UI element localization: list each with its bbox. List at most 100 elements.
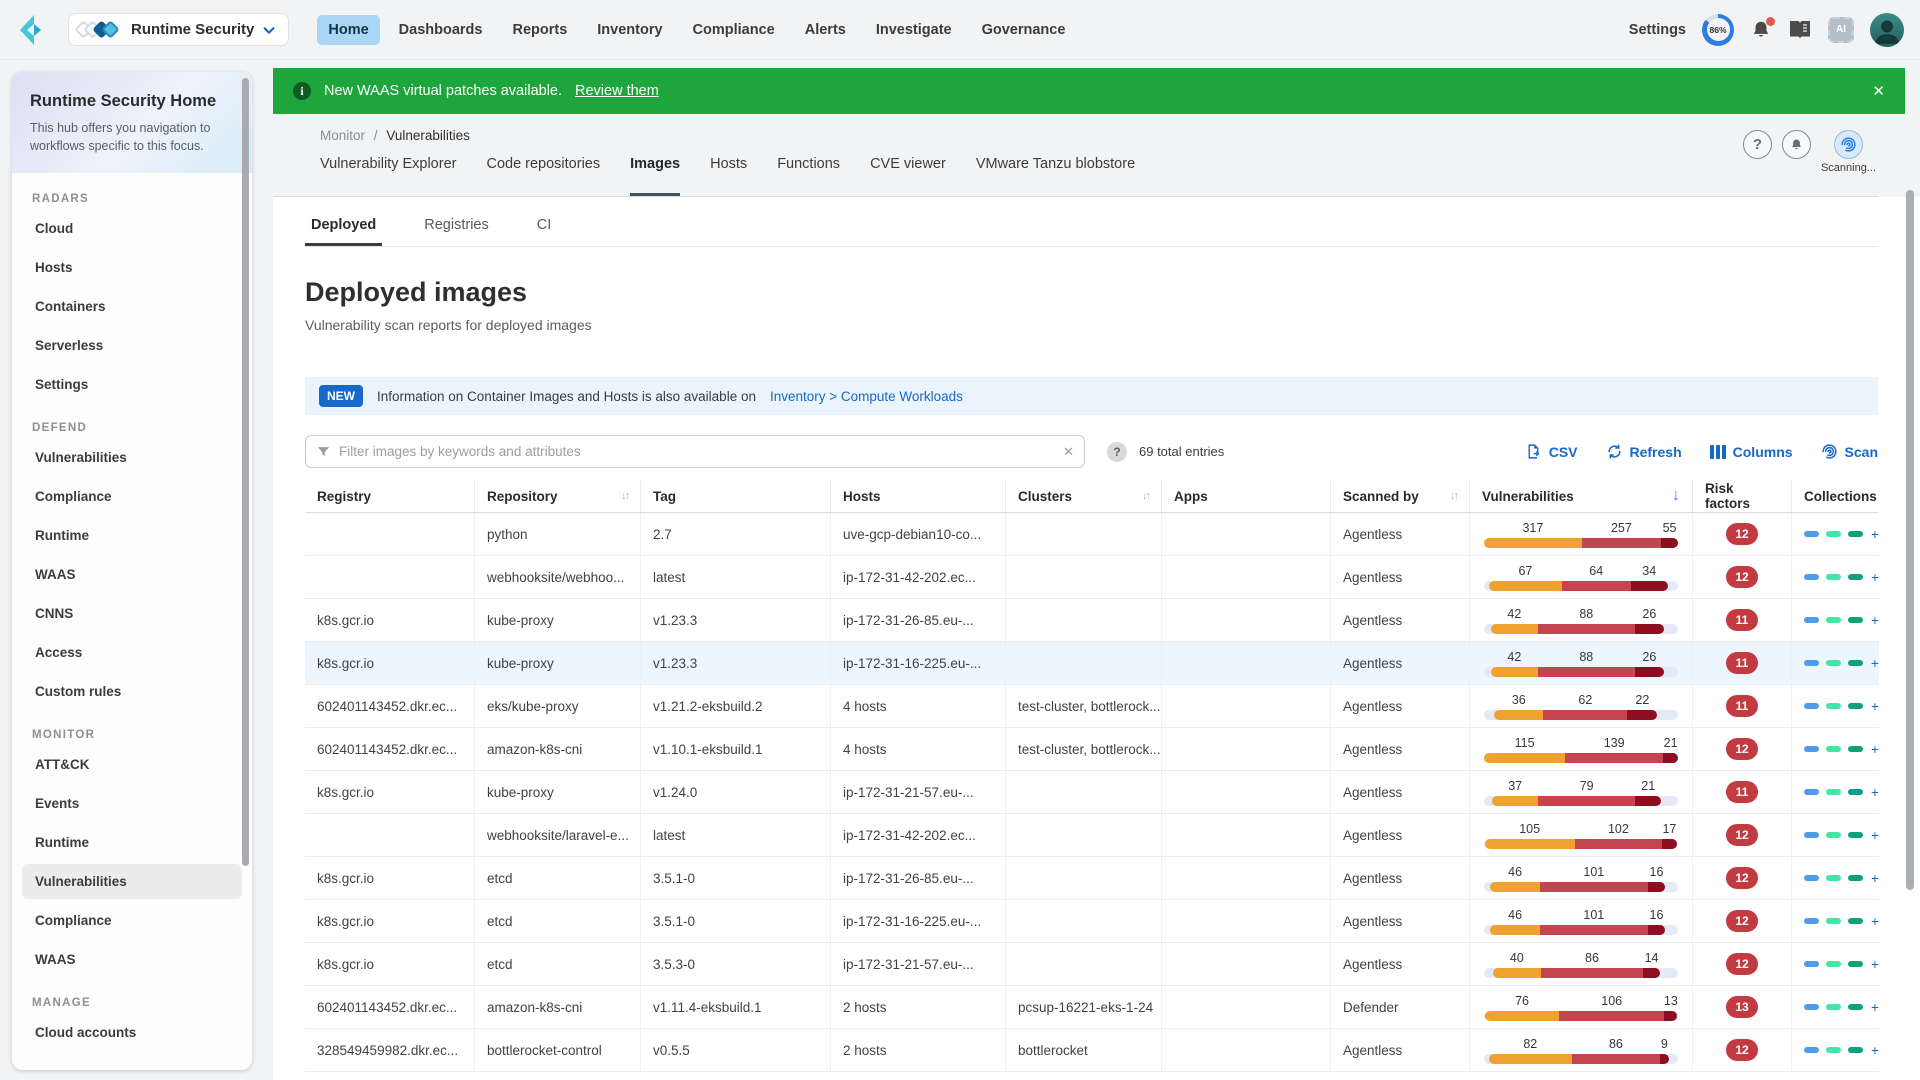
license-gauge-icon[interactable]: 86% (1702, 14, 1734, 46)
sidebar-item-monitor-vulnerabilities[interactable]: Vulnerabilities (22, 864, 242, 899)
risk-factors-badge[interactable]: 12 (1726, 566, 1758, 588)
risk-factors-badge[interactable]: 12 (1726, 953, 1758, 975)
columns-button[interactable]: Columns (1710, 443, 1793, 460)
tab-code-repositories[interactable]: Code repositories (486, 156, 600, 196)
sidebar-item-defend-waas[interactable]: WAAS (22, 557, 242, 592)
alerts-bell-icon[interactable] (1782, 130, 1811, 159)
table-row[interactable]: k8s.gcr.ioetcd3.5.1-0ip-172-31-26-85.eu-… (305, 857, 1879, 900)
nav-item-governance[interactable]: Governance (971, 15, 1077, 45)
sidebar-item-manage-cloud-accounts[interactable]: Cloud accounts (22, 1015, 242, 1050)
compute-workloads-link[interactable]: Inventory > Compute Workloads (770, 389, 963, 404)
column-header-collections[interactable]: Collections (1792, 480, 1879, 512)
subtab-registries[interactable]: Registries (418, 217, 494, 246)
tab-cve-viewer[interactable]: CVE viewer (870, 156, 946, 196)
risk-factors-badge[interactable]: 11 (1726, 609, 1758, 631)
table-row[interactable]: k8s.gcr.iokube-proxyv1.24.0ip-172-31-21-… (305, 771, 1879, 814)
sidebar-scrollbar[interactable] (242, 78, 249, 866)
sidebar-item-radars-cloud[interactable]: Cloud (22, 211, 242, 246)
collections-more[interactable]: +8 (1871, 699, 1879, 714)
nav-item-investigate[interactable]: Investigate (865, 15, 963, 45)
table-row[interactable]: k8s.gcr.iokube-proxyv1.23.3ip-172-31-16-… (305, 642, 1879, 685)
table-row[interactable]: 602401143452.dkr.ec...amazon-k8s-cniv1.1… (305, 986, 1879, 1029)
sidebar-item-defend-custom-rules[interactable]: Custom rules (22, 674, 242, 709)
collections-more[interactable]: +8 (1871, 828, 1879, 843)
column-header-scanned-by[interactable]: Scanned by↓↑ (1331, 480, 1470, 512)
nav-item-alerts[interactable]: Alerts (794, 15, 857, 45)
sidebar-item-monitor-events[interactable]: Events (22, 786, 242, 821)
sidebar-item-defend-vulnerabilities[interactable]: Vulnerabilities (22, 440, 242, 475)
tab-vmware-tanzu-blobstore[interactable]: VMware Tanzu blobstore (976, 156, 1135, 196)
sidebar-item-monitor-att-ck[interactable]: ATT&CK (22, 747, 242, 782)
table-row[interactable]: k8s.gcr.iokube-proxyv1.23.3ip-172-31-26-… (305, 599, 1879, 642)
collections-more[interactable]: +8 (1871, 1000, 1879, 1015)
nav-item-home[interactable]: Home (317, 15, 379, 45)
table-row[interactable]: webhooksite/webhoo...latestip-172-31-42-… (305, 556, 1879, 599)
column-header-risk-factors[interactable]: Risk factors (1693, 480, 1792, 512)
filter-help-icon[interactable]: ? (1107, 442, 1127, 462)
column-header-tag[interactable]: Tag (641, 480, 831, 512)
sidebar-item-defend-runtime[interactable]: Runtime (22, 518, 242, 553)
tab-vulnerability-explorer[interactable]: Vulnerability Explorer (320, 156, 456, 196)
sidebar-item-monitor-compliance[interactable]: Compliance (22, 903, 242, 938)
column-header-registry[interactable]: Registry (305, 480, 475, 512)
risk-factors-badge[interactable]: 11 (1726, 781, 1758, 803)
sort-desc-icon[interactable]: ↓ (1672, 487, 1680, 505)
user-avatar[interactable] (1870, 13, 1904, 47)
nav-item-inventory[interactable]: Inventory (586, 15, 673, 45)
subtab-deployed[interactable]: Deployed (305, 217, 382, 246)
scan-button[interactable]: Scan (1821, 443, 1878, 460)
sidebar-item-defend-cnns[interactable]: CNNS (22, 596, 242, 631)
column-header-vulnerabilities[interactable]: Vulnerabilities↓ (1470, 480, 1693, 512)
settings-menu[interactable]: Settings (1629, 22, 1686, 38)
nav-item-compliance[interactable]: Compliance (682, 15, 786, 45)
main-scrollbar[interactable] (1906, 190, 1914, 890)
column-header-hosts[interactable]: Hosts (831, 480, 1006, 512)
table-row[interactable]: k8s.gcr.ioetcd3.5.1-0ip-172-31-16-225.eu… (305, 900, 1879, 943)
column-header-apps[interactable]: Apps (1162, 480, 1331, 512)
risk-factors-badge[interactable]: 12 (1726, 523, 1758, 545)
risk-factors-badge[interactable]: 11 (1726, 652, 1758, 674)
tab-functions[interactable]: Functions (777, 156, 840, 196)
nav-item-reports[interactable]: Reports (501, 15, 578, 45)
table-row[interactable]: k8s.gcr.ioetcd3.5.3-0ip-172-31-21-57.eu-… (305, 943, 1879, 986)
collections-more[interactable]: +8 (1871, 613, 1879, 628)
workspace-selector[interactable]: Runtime Security (68, 13, 289, 46)
tab-hosts[interactable]: Hosts (710, 156, 747, 196)
sort-icon[interactable]: ↓↑ (1450, 490, 1457, 502)
app-logo-icon[interactable] (16, 14, 46, 46)
column-header-repository[interactable]: Repository↓↑ (475, 480, 641, 512)
refresh-button[interactable]: Refresh (1606, 443, 1682, 460)
collections-more[interactable]: +8 (1871, 1043, 1879, 1058)
collections-more[interactable]: +8 (1871, 570, 1879, 585)
subtab-ci[interactable]: CI (531, 217, 558, 246)
sort-icon[interactable]: ↓↑ (1142, 490, 1149, 502)
sidebar-item-defend-access[interactable]: Access (22, 635, 242, 670)
sidebar-item-monitor-waas[interactable]: WAAS (22, 942, 242, 977)
filter-input[interactable] (339, 444, 1055, 459)
csv-button[interactable]: CSV (1525, 443, 1578, 460)
risk-factors-badge[interactable]: 11 (1726, 695, 1758, 717)
table-row[interactable]: 602401143452.dkr.ec...eks/kube-proxyv1.2… (305, 685, 1879, 728)
clear-filter-icon[interactable]: ✕ (1063, 444, 1074, 460)
collections-more[interactable]: +8 (1871, 656, 1879, 671)
risk-factors-badge[interactable]: 12 (1726, 824, 1758, 846)
table-row[interactable]: 602401143452.dkr.ec...amazon-k8s-cniv1.1… (305, 728, 1879, 771)
sidebar-item-defend-compliance[interactable]: Compliance (22, 479, 242, 514)
sort-icon[interactable]: ↓↑ (621, 490, 628, 502)
collections-more[interactable]: +8 (1871, 914, 1879, 929)
breadcrumb-parent[interactable]: Monitor (320, 128, 365, 143)
nav-item-dashboards[interactable]: Dashboards (388, 15, 494, 45)
notifications-bell-icon[interactable] (1750, 19, 1772, 41)
risk-factors-badge[interactable]: 12 (1726, 1039, 1758, 1061)
table-row[interactable]: python2.7uve-gcp-debian10-co...Agentless… (305, 513, 1879, 556)
risk-factors-badge[interactable]: 13 (1726, 996, 1758, 1018)
collections-more[interactable]: +8 (1871, 957, 1879, 972)
banner-review-link[interactable]: Review them (575, 83, 659, 99)
table-row[interactable]: webhooksite/laravel-e...latestip-172-31-… (305, 814, 1879, 857)
scanning-icon[interactable] (1834, 130, 1863, 159)
column-header-clusters[interactable]: Clusters↓↑ (1006, 480, 1162, 512)
tab-images[interactable]: Images (630, 156, 680, 196)
sidebar-item-radars-hosts[interactable]: Hosts (22, 250, 242, 285)
collections-more[interactable]: +8 (1871, 871, 1879, 886)
sidebar-item-monitor-runtime[interactable]: Runtime (22, 825, 242, 860)
